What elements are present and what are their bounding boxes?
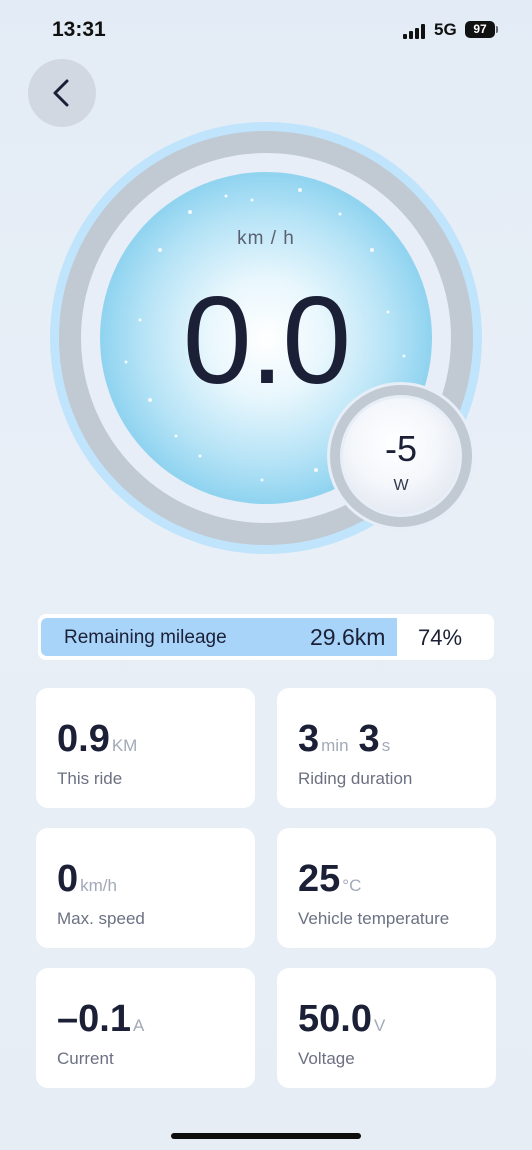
stat-label: Voltage bbox=[298, 1049, 355, 1068]
stat-number: 0.9 bbox=[57, 718, 110, 760]
stat-value: 50.0 V bbox=[298, 998, 395, 1041]
stat-unit: s bbox=[381, 736, 391, 755]
stat-card-current: –0.1 A Current bbox=[36, 968, 255, 1088]
stat-value: 0.9 KM bbox=[57, 718, 147, 761]
battery-icon: 97 bbox=[465, 21, 495, 38]
stat-number: 0 bbox=[57, 858, 79, 900]
stat-card-this-ride: 0.9 KM This ride bbox=[36, 688, 255, 808]
stat-card-voltage: 50.0 V Voltage bbox=[277, 968, 496, 1088]
remaining-mileage-bar: Remaining mileage 29.6km 74% bbox=[38, 614, 494, 660]
stat-number: –0.1 bbox=[57, 998, 131, 1040]
stat-unit: °C bbox=[342, 876, 362, 895]
stat-unit: A bbox=[132, 1016, 145, 1035]
mileage-percent: 74% bbox=[418, 625, 463, 650]
speed-readout: 0.0 bbox=[182, 272, 351, 410]
stat-number: 25 bbox=[298, 858, 341, 900]
stat-card-riding-duration: 3 min 3 s Riding duration bbox=[277, 688, 496, 808]
cellular-signal-icon bbox=[403, 23, 427, 39]
speed-unit-label: km / h bbox=[237, 228, 295, 249]
chevron-left-icon bbox=[53, 79, 69, 107]
stat-value: 3 min 3 s bbox=[298, 718, 400, 761]
stat-label: This ride bbox=[57, 769, 123, 788]
stat-card-vehicle-temperature: 25 °C Vehicle temperature bbox=[277, 828, 496, 948]
network-type: 5G bbox=[434, 20, 457, 39]
stat-number: 50.0 bbox=[298, 998, 372, 1040]
status-time: 13:31 bbox=[52, 18, 106, 41]
stat-number: 3 bbox=[358, 718, 380, 760]
stat-card-max-speed: 0 km/h Max. speed bbox=[36, 828, 255, 948]
stat-number: 3 bbox=[298, 718, 320, 760]
stat-label: Riding duration bbox=[298, 769, 413, 788]
power-readout: -5 bbox=[384, 428, 417, 469]
stat-label: Vehicle temperature bbox=[298, 909, 450, 928]
mileage-distance: 29.6km bbox=[310, 624, 386, 650]
stat-unit: V bbox=[373, 1016, 386, 1035]
battery-nub bbox=[496, 26, 498, 33]
stat-unit: KM bbox=[111, 736, 138, 755]
stat-label: Current bbox=[57, 1049, 114, 1068]
status-bar: 13:31 5G 97 bbox=[0, 0, 532, 60]
stat-value: –0.1 A bbox=[57, 998, 154, 1041]
stat-value: 25 °C bbox=[298, 858, 371, 901]
stat-value: 0 km/h bbox=[57, 858, 127, 901]
power-unit-label: W bbox=[393, 477, 409, 494]
stat-unit: km/h bbox=[80, 876, 117, 895]
stat-label: Max. speed bbox=[57, 909, 145, 928]
home-indicator[interactable] bbox=[171, 1133, 361, 1139]
mileage-label: Remaining mileage bbox=[64, 627, 227, 648]
stat-unit: min bbox=[321, 736, 349, 755]
